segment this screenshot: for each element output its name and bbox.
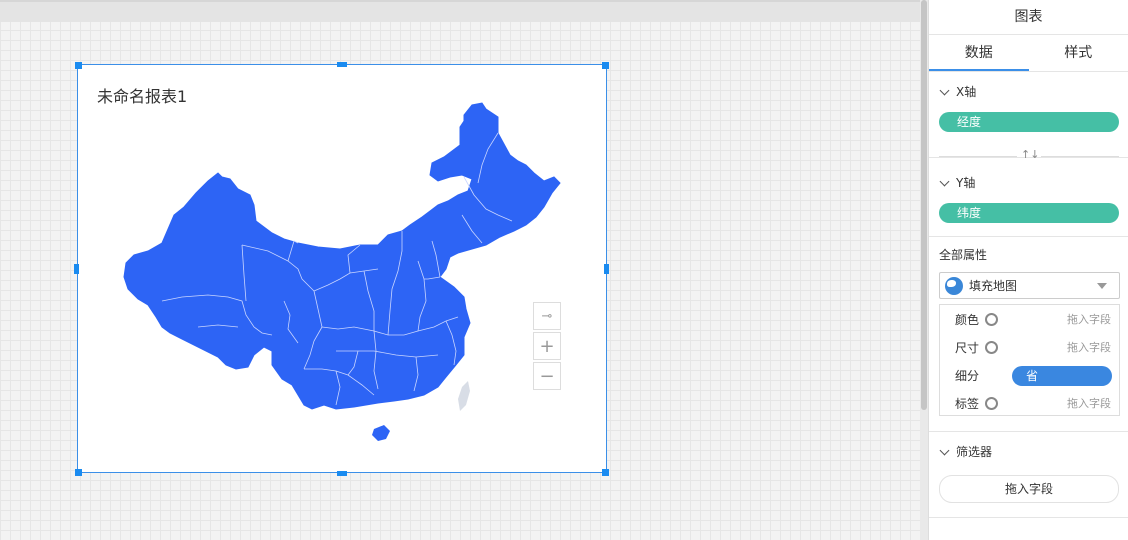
prop-name-label: 标签 xyxy=(955,397,980,411)
y-axis-section: Y轴 纬度 xyxy=(929,158,1128,237)
gear-icon[interactable] xyxy=(985,397,998,410)
globe-icon xyxy=(945,276,963,295)
resize-handle-left[interactable] xyxy=(74,264,79,274)
swap-divider-left xyxy=(939,156,1017,157)
drop-field-hint: 拖入字段 xyxy=(1067,313,1111,326)
report-canvas[interactable]: 未命名报表1 ⊸ + − xyxy=(0,0,920,540)
x-axis-header[interactable]: X轴 xyxy=(929,72,1128,102)
prop-row-size[interactable]: 尺寸 拖入字段 xyxy=(940,338,1119,358)
zoom-in-button[interactable]: + xyxy=(533,332,561,360)
china-map[interactable] xyxy=(78,65,608,474)
x-axis-section: X轴 经度 xyxy=(929,72,1128,158)
prop-row-detail[interactable]: 细分 省 xyxy=(940,366,1119,386)
map-chart-widget[interactable]: 未命名报表1 ⊸ + − xyxy=(77,64,607,473)
prop-row-color[interactable]: 颜色 拖入字段 xyxy=(940,310,1119,330)
mark-properties: 颜色 拖入字段 尺寸 拖入字段 细分 省 标签 拖入字段 xyxy=(939,304,1120,416)
resize-handle-bottom-right[interactable] xyxy=(602,469,609,476)
resize-handle-top-left[interactable] xyxy=(75,62,82,69)
canvas-scrollbar[interactable] xyxy=(920,0,928,540)
map-mainland xyxy=(123,102,561,410)
gear-icon[interactable] xyxy=(985,313,998,326)
filter-label: 筛选器 xyxy=(956,445,993,459)
panel-tabs: 数据 样式 xyxy=(929,35,1128,72)
drop-field-hint: 拖入字段 xyxy=(1067,397,1111,410)
y-axis-field-pill[interactable]: 纬度 xyxy=(939,203,1119,223)
resize-handle-top[interactable] xyxy=(337,62,347,67)
pin-icon: ⊸ xyxy=(541,308,553,324)
chart-config-panel: 图表 数据 样式 X轴 经度 ↑↓ Y轴 纬度 全部属性 填充地图 颜色 拖入字… xyxy=(928,0,1128,540)
drop-field-hint: 拖入字段 xyxy=(1067,341,1111,354)
resize-handle-top-right[interactable] xyxy=(602,62,609,69)
y-axis-label: Y轴 xyxy=(956,176,976,190)
tab-data[interactable]: 数据 xyxy=(929,35,1029,71)
canvas-scroll-thumb[interactable] xyxy=(921,0,927,410)
prop-row-label[interactable]: 标签 拖入字段 xyxy=(940,394,1119,414)
chart-type-select[interactable]: 填充地图 xyxy=(939,272,1120,299)
caret-down-icon xyxy=(1097,283,1107,289)
properties-section: 全部属性 填充地图 颜色 拖入字段 尺寸 拖入字段 细分 省 标签 拖入字段 xyxy=(929,237,1128,432)
prop-name-size: 尺寸 xyxy=(955,341,980,355)
pin-button[interactable]: ⊸ xyxy=(533,302,561,330)
zoom-in-icon: + xyxy=(539,335,555,357)
zoom-out-icon: − xyxy=(539,365,555,387)
chevron-down-icon xyxy=(939,176,950,187)
x-axis-label: X轴 xyxy=(956,85,977,99)
x-axis-field-pill[interactable]: 经度 xyxy=(939,112,1119,132)
filter-drop-zone[interactable]: 拖入字段 xyxy=(939,475,1119,503)
filter-section: 筛选器 拖入字段 xyxy=(929,432,1128,518)
detail-field-pill[interactable]: 省 xyxy=(1012,366,1112,386)
resize-handle-right[interactable] xyxy=(604,264,609,274)
gear-icon[interactable] xyxy=(985,341,998,354)
resize-handle-bottom[interactable] xyxy=(337,471,347,476)
properties-label: 全部属性 xyxy=(939,248,988,262)
canvas-top-bar xyxy=(0,0,920,22)
tab-style[interactable]: 样式 xyxy=(1029,35,1128,71)
map-hainan xyxy=(372,425,390,441)
prop-name-color: 颜色 xyxy=(955,313,980,327)
y-axis-header[interactable]: Y轴 xyxy=(929,158,1128,193)
panel-title: 图表 xyxy=(929,0,1128,35)
chevron-down-icon xyxy=(939,445,950,456)
zoom-out-button[interactable]: − xyxy=(533,362,561,390)
resize-handle-bottom-left[interactable] xyxy=(75,469,82,476)
chart-type-value: 填充地图 xyxy=(969,279,1018,293)
prop-name-detail: 细分 xyxy=(955,369,980,383)
map-taiwan xyxy=(458,381,470,411)
swap-divider-right xyxy=(1041,156,1119,157)
chevron-down-icon xyxy=(939,85,950,96)
filter-header[interactable]: 筛选器 xyxy=(929,432,1128,462)
